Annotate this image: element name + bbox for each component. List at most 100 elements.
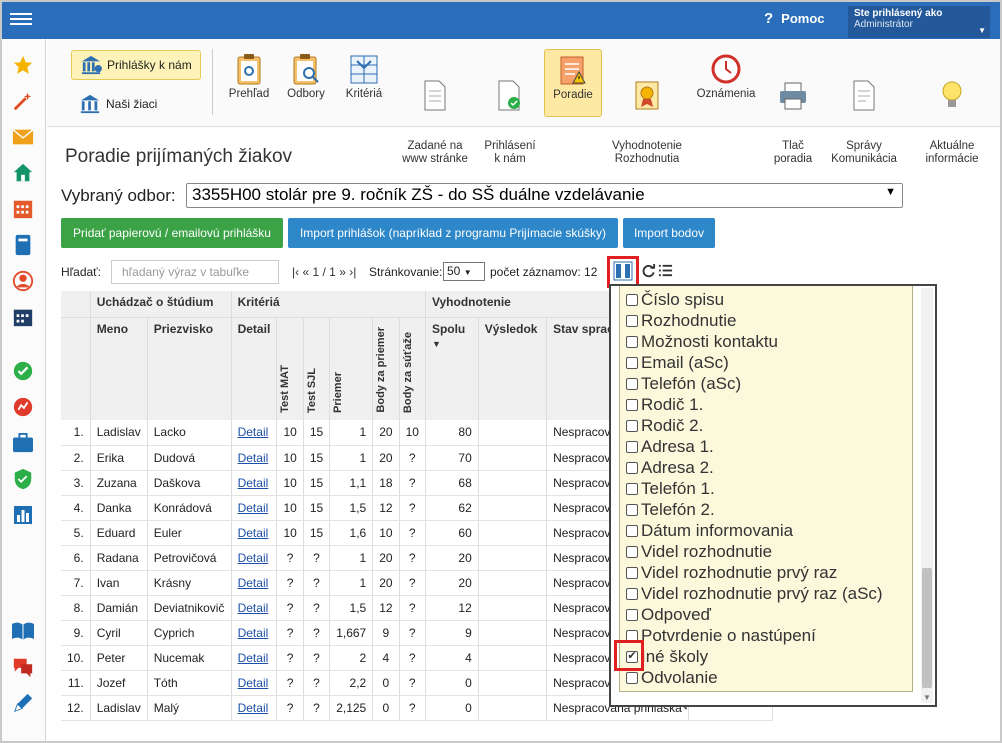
column-option[interactable]: ✔ Iné školy <box>626 646 883 667</box>
checkbox-icon[interactable] <box>626 377 638 390</box>
column-option[interactable]: Adresa 2. <box>626 457 883 478</box>
column-option[interactable]: Potvrdenie o nastúpení <box>626 625 883 646</box>
col-vysledok[interactable]: Výsledok <box>478 317 548 420</box>
tool-vyhodnotenie[interactable]: Vyhodnotenie Rozhodnutia <box>608 49 686 165</box>
checkbox-icon[interactable] <box>626 482 638 495</box>
chart-badge-icon[interactable] <box>11 395 35 419</box>
checkbox-icon[interactable] <box>626 419 638 432</box>
detail-link[interactable]: Detail <box>238 425 269 439</box>
col-priezvisko[interactable]: Priezvisko <box>147 317 232 420</box>
column-option[interactable]: Videl rozhodnutie prvý raz (aSc) <box>626 583 883 604</box>
pager-prev-button[interactable]: « <box>302 265 309 279</box>
check-circle-icon[interactable] <box>11 359 35 383</box>
column-option[interactable]: Rozhodnutie <box>626 310 883 331</box>
checkbox-icon[interactable] <box>626 608 638 621</box>
column-option[interactable]: Email (aSc) <box>626 352 883 373</box>
col-test-sjl[interactable]: Test SJL <box>303 317 331 420</box>
envelope-icon[interactable] <box>11 125 35 149</box>
schedule-icon[interactable] <box>11 305 35 329</box>
column-chooser-scrollbar[interactable]: ▼ <box>921 288 933 703</box>
checkbox-icon[interactable] <box>626 335 638 348</box>
checkbox-icon[interactable] <box>626 461 638 474</box>
tool-oznamenia[interactable]: Oznámenia <box>693 49 759 117</box>
detail-link[interactable]: Detail <box>238 476 269 490</box>
column-option[interactable]: Číslo spisu <box>626 289 883 310</box>
col-body-sutaze[interactable]: Body za súťaže <box>399 317 426 420</box>
detail-link[interactable]: Detail <box>238 501 269 515</box>
column-option[interactable]: Videl rozhodnutie <box>626 541 883 562</box>
column-option[interactable]: Odvolanie <box>626 667 883 688</box>
scroll-down-icon[interactable]: ▼ <box>923 693 931 702</box>
magic-wand-icon[interactable] <box>11 89 35 113</box>
checkbox-icon[interactable] <box>626 356 638 369</box>
column-option[interactable]: Možnosti kontaktu <box>626 331 883 352</box>
col-spolu[interactable]: Spolu ▼ <box>425 317 479 420</box>
detail-link[interactable]: Detail <box>238 526 269 540</box>
bar-chart-icon[interactable] <box>11 503 35 527</box>
import-applications-button[interactable]: Import prihlášok (napríklad z programu P… <box>288 218 618 248</box>
col-body-priemer[interactable]: Body za priemer <box>372 317 400 420</box>
pen-icon[interactable] <box>11 691 35 715</box>
chat-icon[interactable] <box>11 655 35 679</box>
home-icon[interactable] <box>11 161 35 185</box>
tool-kriteria[interactable]: Kritériá <box>338 49 390 117</box>
checkbox-icon[interactable] <box>626 524 638 537</box>
pager-last-button[interactable]: ›| <box>349 265 356 279</box>
tool-tlac-poradia[interactable]: Tlač poradia <box>769 49 817 165</box>
detail-link[interactable]: Detail <box>238 626 269 640</box>
hamburger-menu-icon[interactable] <box>10 10 32 30</box>
help-button[interactable]: ? Pomoc <box>764 10 825 27</box>
column-option[interactable]: Videl rozhodnutie prvý raz <box>626 562 883 583</box>
detail-link[interactable]: Detail <box>238 701 269 715</box>
briefcase-icon[interactable] <box>11 431 35 455</box>
column-option[interactable]: Adresa 1. <box>626 436 883 457</box>
sort-desc-icon[interactable]: ▼ <box>432 339 441 349</box>
checkbox-icon[interactable] <box>626 671 638 684</box>
calendar-icon[interactable] <box>11 197 35 221</box>
search-input[interactable]: hľadaný výraz v tabuľke <box>111 260 279 284</box>
checkbox-icon[interactable] <box>626 629 638 642</box>
column-option[interactable]: Rodič 2. <box>626 415 883 436</box>
tool-prihlaseni-k-nam[interactable]: Prihlásení k nám <box>479 49 541 165</box>
detail-link[interactable]: Detail <box>238 651 269 665</box>
detail-link[interactable]: Detail <box>238 676 269 690</box>
list-icon[interactable] <box>658 263 673 281</box>
col-meno[interactable]: Meno <box>90 317 148 420</box>
checkbox-icon[interactable] <box>626 587 638 600</box>
odbor-select[interactable]: 3355H00 stolár pre 9. ročník ZŠ - do SŠ … <box>186 183 903 208</box>
checkbox-icon[interactable] <box>626 398 638 411</box>
checkbox-icon[interactable] <box>626 503 638 516</box>
detail-link[interactable]: Detail <box>238 576 269 590</box>
tool-zadane-na-www[interactable]: Zadané na www stránke <box>397 49 473 165</box>
page-size-select[interactable]: 50 ▼ <box>443 262 485 281</box>
column-option[interactable]: Telefón 1. <box>626 478 883 499</box>
column-option[interactable]: Telefón 2. <box>626 499 883 520</box>
detail-link[interactable]: Detail <box>238 551 269 565</box>
user-menu[interactable]: Ste prihlásený ako Administrátor ▼ <box>848 6 990 38</box>
scrollbar-thumb[interactable] <box>922 568 932 688</box>
our-students-button[interactable]: Naši žiaci <box>71 89 201 119</box>
column-option[interactable]: Dátum informovania <box>626 520 883 541</box>
tool-prehlad[interactable]: Prehľad <box>224 49 274 117</box>
refresh-icon[interactable] <box>641 263 656 281</box>
open-book-icon[interactable] <box>11 619 35 643</box>
column-option[interactable]: Rodič 1. <box>626 394 883 415</box>
person-icon[interactable] <box>11 269 35 293</box>
checkbox-checked-icon[interactable]: ✔ <box>626 650 638 663</box>
col-priemer[interactable]: Priemer <box>329 317 374 420</box>
col-test-mat[interactable]: Test MAT <box>276 317 304 420</box>
checkbox-icon[interactable] <box>626 314 638 327</box>
applications-to-us-button[interactable]: Prihlášky k nám <box>71 50 201 80</box>
tool-poradie[interactable]: Poradie <box>544 49 602 117</box>
shield-icon[interactable] <box>11 467 35 491</box>
pager-next-button[interactable]: » <box>339 265 346 279</box>
tool-aktualne-informacie[interactable]: Aktuálne informácie <box>917 49 987 165</box>
detail-link[interactable]: Detail <box>238 451 269 465</box>
checkbox-icon[interactable] <box>626 566 638 579</box>
column-option[interactable]: Odpoveď <box>626 604 883 625</box>
import-points-button[interactable]: Import bodov <box>623 218 715 248</box>
detail-link[interactable]: Detail <box>238 601 269 615</box>
book-icon[interactable] <box>11 233 35 257</box>
checkbox-icon[interactable] <box>626 293 638 306</box>
checkbox-icon[interactable] <box>626 545 638 558</box>
